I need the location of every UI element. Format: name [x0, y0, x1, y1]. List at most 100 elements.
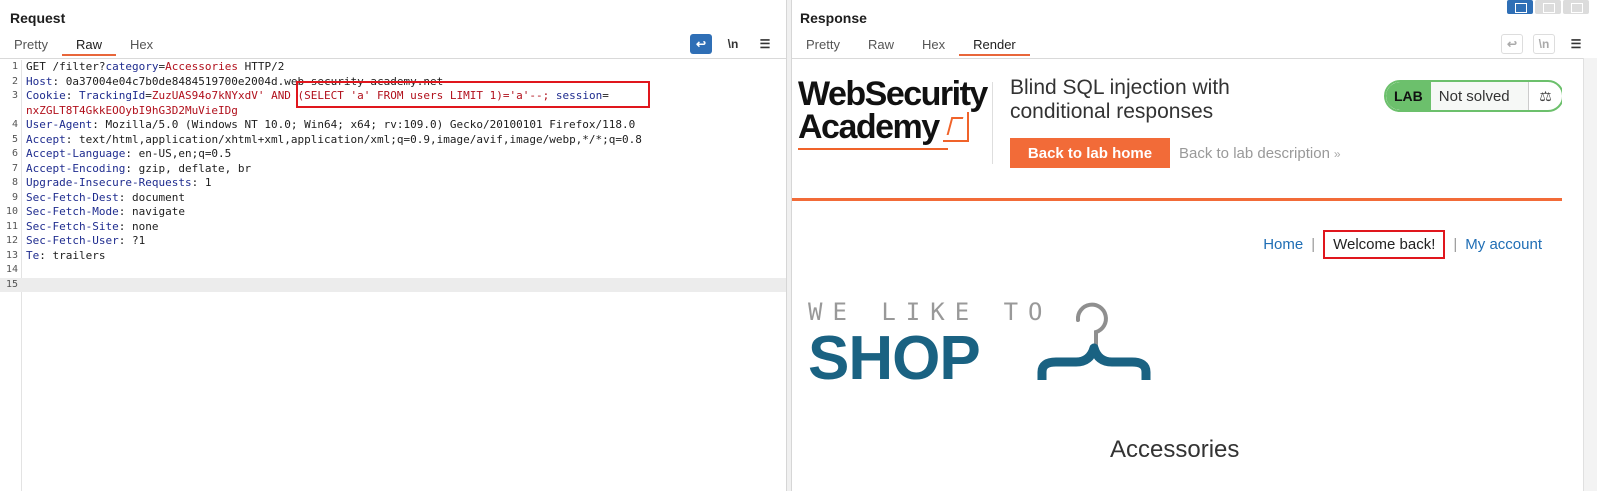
back-to-lab-home-button[interactable]: Back to lab home [1010, 138, 1170, 168]
layout-stacked-button[interactable] [1535, 0, 1561, 14]
token: : none [118, 219, 159, 233]
back-to-lab-description-link[interactable]: Back to lab description» [1179, 145, 1341, 162]
token: Host [26, 74, 53, 88]
nav-my-account-link[interactable]: My account [1465, 236, 1542, 253]
editor-line[interactable]: 10 Sec-Fetch-Mode: navigate [0, 205, 786, 220]
line-text: Accept: text/html,application/xhtml+xml,… [26, 133, 642, 148]
editor-line[interactable]: 13 Te: trailers [0, 249, 786, 264]
editor-line[interactable]: 14 [0, 263, 786, 278]
token: HTTP/2 [237, 60, 285, 73]
token: = [145, 89, 152, 102]
shop-tagline: WE LIKE TO [808, 298, 1053, 326]
token: Sec-Fetch-Dest [26, 190, 119, 204]
lab-status-badge: LAB Not solved ⚖ [1384, 80, 1562, 112]
menu-icon[interactable]: ☰ [1565, 34, 1587, 54]
flask-icon: ⚖ [1528, 82, 1562, 110]
response-title: Response [800, 10, 867, 26]
token: : [65, 89, 79, 102]
line-number: 7 [11, 162, 18, 174]
response-tabs: Pretty Raw Hex Render [792, 36, 1030, 56]
line-text: Te: trailers [26, 249, 105, 264]
line-text: User-Agent: Mozilla/5.0 (Windows NT 10.0… [26, 118, 635, 133]
tab-hex[interactable]: Hex [908, 36, 959, 56]
editor-line[interactable]: 11 Sec-Fetch-Site: none [0, 220, 786, 235]
token: User-Agent [26, 118, 93, 131]
lab-title: Blind SQL injection with conditional res… [1010, 76, 1230, 123]
line-number: 1 [11, 61, 18, 72]
token: Accept-Language [26, 147, 126, 160]
request-editor[interactable]: 1 GET /filter?category=Accessories HTTP/2… [0, 60, 786, 491]
shop-word: SHOP [808, 324, 981, 393]
render-scrollbar[interactable] [1583, 58, 1597, 491]
welcome-back-message: Welcome back! [1323, 230, 1446, 259]
line-number: 10 [5, 206, 18, 217]
line-text: Upgrade-Insecure-Requests: 1 [26, 176, 211, 191]
line-text: nxZGLT8T4GkkEOOybI9hG3D2MuVieIDg [26, 104, 238, 119]
hanger-icon [1037, 302, 1151, 380]
editor-line[interactable]: 12 Sec-Fetch-User: ?1 [0, 234, 786, 249]
category-heading: Accessories [1110, 436, 1240, 463]
editor-line[interactable]: 5 Accept: text/html,application/xhtml+xml… [0, 133, 786, 148]
request-toolbar: ↩ \n ☰ [690, 34, 776, 54]
menu-icon[interactable]: ☰ [754, 34, 776, 54]
burp-repeater-view: Request Pretty Raw Hex ↩ \n ☰ 1 GET /filt… [0, 0, 1597, 491]
shop-logo: WE LIKE TO SHOP [808, 298, 1053, 392]
line-number: 15 [5, 278, 18, 290]
line-text: Sec-Fetch-Mode: navigate [26, 205, 185, 220]
request-tabs: Pretty Raw Hex [0, 36, 167, 56]
nav-home-link[interactable]: Home [1263, 236, 1303, 253]
lab-status-text: Not solved [1430, 82, 1528, 110]
token: nxZGLT8T4GkkEOOybI9hG3D2MuVieIDg [26, 103, 238, 117]
token: category [105, 60, 159, 73]
header-separator [992, 82, 993, 164]
token: : navigate [118, 205, 185, 218]
line-text: Sec-Fetch-Site: none [26, 220, 158, 235]
response-toolbar: ↩ \n ☰ [1501, 34, 1587, 54]
token: Sec-Fetch-User [26, 234, 119, 247]
token: Upgrade-Insecure-Requests [26, 176, 192, 189]
editor-line[interactable]: 4 User-Agent: Mozilla/5.0 (Windows NT 10.… [0, 118, 786, 133]
line-text: GET /filter?category=Accessories HTTP/2 [26, 60, 284, 75]
line-number: 14 [5, 264, 18, 275]
editor-line[interactable]: 8 Upgrade-Insecure-Requests: 1 [0, 176, 786, 191]
line-text: Accept-Encoding: gzip, deflate, br [26, 162, 251, 177]
line-text: Accept-Language: en-US,en;q=0.5 [26, 147, 231, 162]
tab-pretty[interactable]: Pretty [0, 36, 62, 56]
token: : gzip, deflate, br [125, 161, 252, 175]
layout-single-button[interactable] [1563, 0, 1589, 14]
editor-line[interactable]: 15 [0, 277, 786, 292]
tab-render[interactable]: Render [959, 36, 1030, 56]
editor-line[interactable]: 1 GET /filter?category=Accessories HTTP/2 [0, 60, 786, 75]
line-number: 5 [11, 133, 18, 145]
token: Sec-Fetch-Site [26, 219, 119, 233]
editor-line[interactable]: 9 Sec-Fetch-Dest: document [0, 191, 786, 206]
newline-toggle[interactable]: \n [1533, 34, 1555, 54]
token: Te [26, 248, 40, 262]
request-divider [0, 58, 786, 59]
editor-line[interactable]: 7 Accept-Encoding: gzip, deflate, br [0, 162, 786, 177]
logo-line2: Academy [798, 108, 940, 146]
request-pane: Request Pretty Raw Hex ↩ \n ☰ 1 GET /filt… [0, 0, 786, 491]
wrap-icon[interactable]: ↩ [690, 34, 712, 54]
line-number: 11 [5, 220, 18, 232]
line-text: Sec-Fetch-User: ?1 [26, 234, 145, 249]
tab-raw[interactable]: Raw [854, 36, 908, 56]
nav-separator: | [1311, 236, 1316, 253]
tab-raw[interactable]: Raw [61, 36, 116, 56]
nav-separator: | [1453, 236, 1458, 253]
token: : trailers [39, 248, 106, 262]
wrap-icon[interactable]: ↩ [1501, 34, 1523, 54]
editor-line[interactable]: 6 Accept-Language: en-US,en;q=0.5 [0, 147, 786, 162]
token: Cookie [26, 89, 66, 102]
request-title: Request [10, 10, 66, 26]
tab-hex[interactable]: Hex [116, 36, 167, 56]
academy-logo[interactable]: WebSecurity Academy [798, 77, 994, 146]
line-number: 3 [11, 90, 18, 101]
line-number: 12 [5, 235, 18, 246]
line-number: 8 [11, 177, 18, 188]
layout-side-by-side-button[interactable] [1507, 0, 1533, 14]
newline-toggle[interactable]: \n [722, 34, 744, 54]
rendered-page: WebSecurity Academy Blind SQL injection … [792, 58, 1562, 491]
token: : document [118, 190, 185, 204]
tab-pretty[interactable]: Pretty [792, 36, 854, 56]
